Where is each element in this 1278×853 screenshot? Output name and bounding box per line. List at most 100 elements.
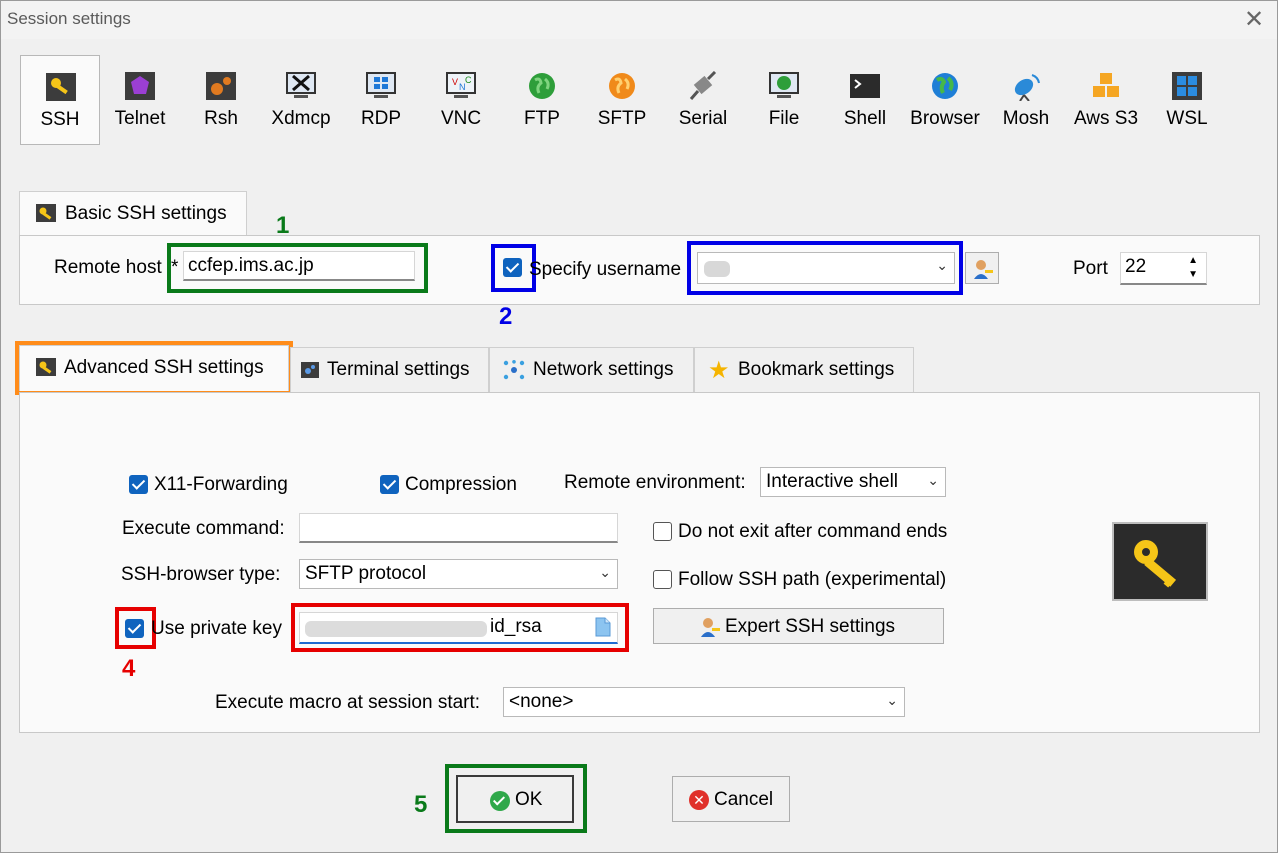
protocol-sftp[interactable]: SFTP (582, 55, 662, 145)
svg-text:C: C (465, 75, 472, 85)
protocol-label: Browser (910, 108, 980, 129)
annotation-number-5: 5 (414, 791, 428, 818)
title-bar: Session settings ✕ (1, 1, 1277, 39)
key-icon (36, 204, 56, 222)
remote-environment-label: Remote environment: (564, 472, 746, 493)
protocol-label: SFTP (597, 108, 647, 129)
compression-label: Compression (405, 474, 517, 495)
execute-macro-dropdown[interactable]: <none> ⌄ (503, 687, 905, 717)
rsh-gears-icon (206, 72, 236, 100)
protocol-rdp[interactable]: RDP (341, 55, 421, 145)
expert-ssh-settings-label: Expert SSH settings (725, 616, 896, 637)
terminal-settings-icon (301, 362, 319, 378)
user-manager-button[interactable] (965, 252, 999, 284)
spin-down-icon[interactable]: ▼ (1188, 269, 1198, 280)
tab-label: Terminal settings (327, 359, 470, 380)
protocol-label: Mosh (1002, 108, 1050, 129)
user-key-icon (701, 618, 720, 637)
tab-bookmark-settings[interactable]: ★ Bookmark settings (694, 347, 914, 393)
protocol-label: File (768, 108, 800, 129)
protocol-file[interactable]: File (744, 55, 824, 145)
highlight-box-username (687, 241, 963, 295)
sftp-globe-icon (609, 73, 635, 99)
chevron-down-icon: ⌄ (886, 692, 898, 708)
protocol-rsh[interactable]: Rsh (181, 55, 261, 145)
shell-terminal-icon (850, 74, 880, 98)
star-icon: ★ (708, 357, 730, 384)
protocol-ftp[interactable]: FTP (502, 55, 582, 145)
protocol-ssh[interactable]: SSH (20, 55, 100, 145)
execute-command-input[interactable] (299, 513, 618, 543)
tab-label: Bookmark settings (738, 359, 895, 380)
cancel-button[interactable]: ✕ Cancel (672, 776, 790, 822)
protocol-label: Serial (678, 108, 728, 129)
svg-text:V: V (452, 77, 458, 87)
spin-up-icon[interactable]: ▲ (1188, 255, 1198, 266)
remote-host-label: Remote host (54, 257, 162, 278)
large-key-icon (1112, 522, 1208, 601)
port-label: Port (1073, 258, 1108, 279)
execute-macro-value: <none> (509, 691, 574, 712)
protocol-aws-s3[interactable]: Aws S3 (1066, 55, 1146, 145)
x11-forwarding-checkbox[interactable] (129, 475, 148, 494)
xdmcp-monitor-icon (286, 72, 316, 98)
protocol-xdmcp[interactable]: Xdmcp (261, 55, 341, 145)
serial-plug-icon (689, 71, 717, 100)
aws-s3-cubes-icon (1093, 73, 1119, 97)
remote-environment-value: Interactive shell (766, 471, 899, 492)
protocol-browser[interactable]: Browser (905, 55, 985, 145)
chevron-down-icon: ⌄ (599, 564, 611, 580)
annotation-number-1: 1 (276, 212, 290, 239)
tab-terminal-settings[interactable]: Terminal settings (290, 347, 489, 393)
highlight-box-1 (167, 243, 428, 293)
session-settings-dialog: Session settings ✕ SSH Telnet Rsh Xdmcp … (0, 0, 1278, 853)
specify-username-label: Specify username (529, 259, 682, 280)
cancel-x-icon: ✕ (689, 790, 709, 810)
protocol-label: Shell (843, 108, 887, 129)
expert-ssh-settings-button[interactable]: Expert SSH settings (653, 608, 944, 644)
chevron-down-icon: ⌄ (927, 472, 939, 488)
tab-network-settings[interactable]: Network settings (489, 347, 694, 393)
protocol-telnet[interactable]: Telnet (100, 55, 180, 145)
compression-checkbox[interactable] (380, 475, 399, 494)
telnet-icon (125, 72, 155, 100)
close-icon[interactable]: ✕ (1237, 3, 1271, 37)
use-private-key-label: Use private key (151, 618, 282, 639)
tab-label: Basic SSH settings (65, 203, 227, 224)
ssh-browser-type-value: SFTP protocol (305, 563, 427, 584)
advanced-settings-panel (19, 392, 1260, 733)
protocol-vnc[interactable]: VNC VNC (421, 55, 501, 145)
port-input[interactable]: 22 ▲ ▼ (1120, 252, 1207, 285)
follow-ssh-path-checkbox[interactable] (653, 570, 672, 589)
follow-ssh-path-label: Follow SSH path (experimental) (678, 569, 947, 590)
cancel-label: Cancel (714, 789, 774, 810)
execute-command-label: Execute command: (122, 518, 285, 539)
ssh-browser-type-dropdown[interactable]: SFTP protocol ⌄ (299, 559, 618, 589)
user-key-icon (974, 260, 993, 279)
tab-basic-ssh-settings[interactable]: Basic SSH settings (19, 191, 247, 239)
protocol-mosh[interactable]: Mosh (986, 55, 1066, 145)
port-value: 22 (1125, 256, 1147, 277)
highlight-box-4 (115, 607, 156, 649)
highlight-box-3 (15, 341, 293, 395)
protocol-label: Aws S3 (1073, 108, 1139, 129)
ssh-key-icon (46, 73, 76, 101)
wsl-windows-icon (1172, 72, 1202, 100)
x11-forwarding-label: X11-Forwarding (154, 474, 288, 495)
protocol-wsl[interactable]: WSL (1147, 55, 1227, 145)
annotation-number-2: 2 (499, 303, 513, 330)
ssh-browser-type-label: SSH-browser type: (121, 564, 281, 585)
protocol-label: SSH (40, 109, 80, 130)
protocol-label: RDP (360, 108, 402, 129)
mosh-satellite-icon (1014, 74, 1040, 101)
ftp-globe-icon (529, 73, 555, 99)
protocol-label: VNC (440, 108, 482, 129)
remote-environment-dropdown[interactable]: Interactive shell ⌄ (760, 467, 946, 497)
protocol-shell[interactable]: Shell (825, 55, 905, 145)
protocol-serial[interactable]: Serial (663, 55, 743, 145)
highlight-box-5 (445, 764, 587, 833)
protocol-label: Xdmcp (271, 108, 331, 129)
network-icon (503, 360, 525, 380)
do-not-exit-checkbox[interactable] (653, 522, 672, 541)
annotation-number-4: 4 (122, 655, 136, 682)
